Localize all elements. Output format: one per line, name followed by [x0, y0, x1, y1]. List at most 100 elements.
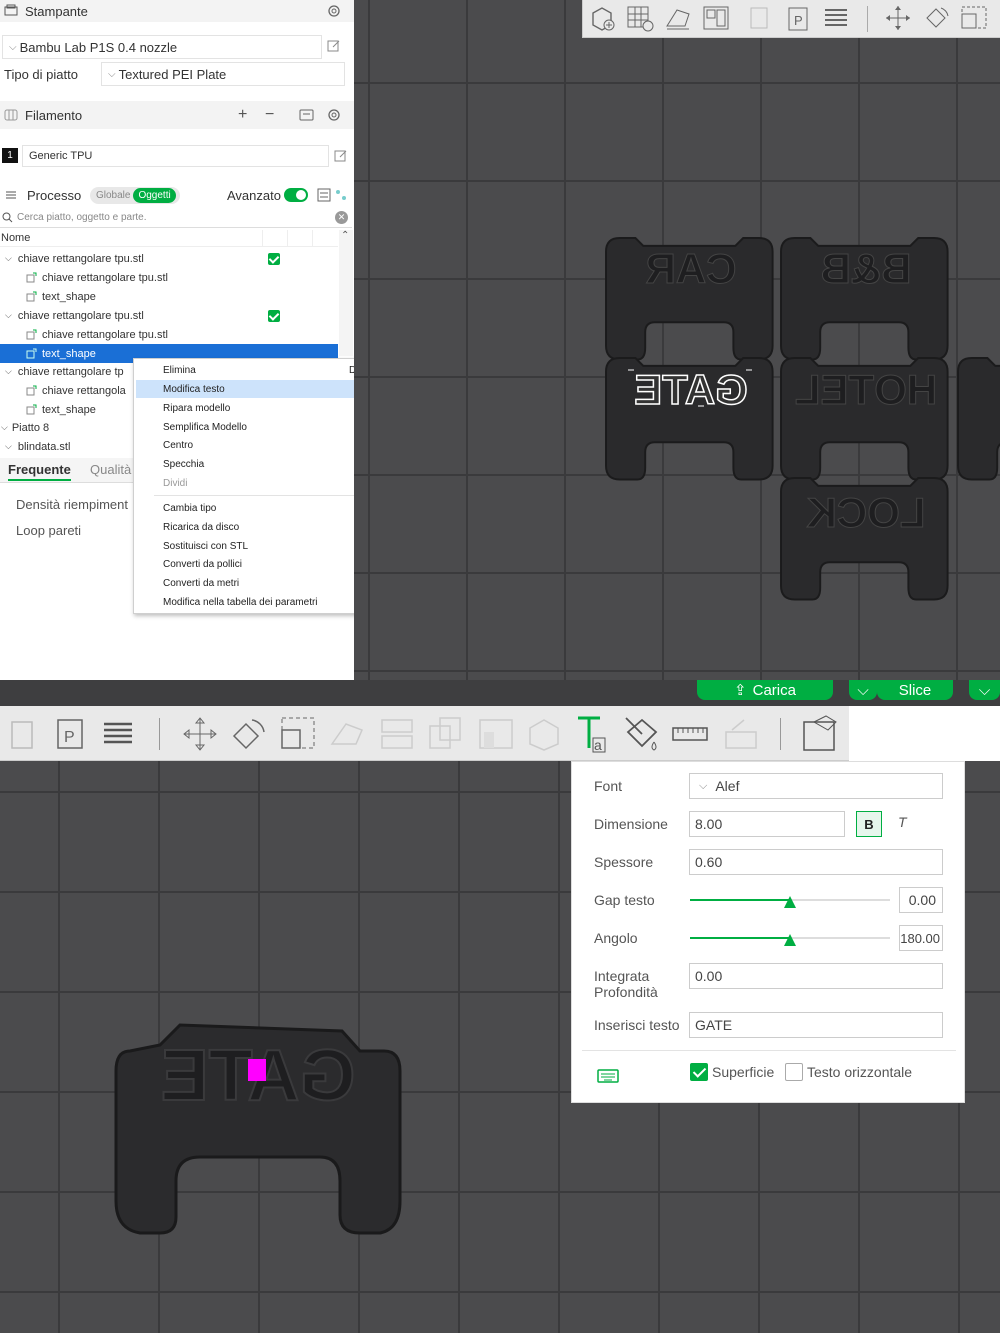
chevron-down-icon[interactable]: ⌵	[1, 422, 8, 433]
rotate-icon[interactable]	[921, 4, 951, 32]
slice-button[interactable]: Slice	[877, 680, 953, 700]
chevron-down-icon[interactable]: ⌵	[5, 310, 12, 321]
angle-input[interactable]: 180.00	[899, 925, 943, 951]
grid-add-icon[interactable]	[625, 4, 655, 32]
compare-icon[interactable]	[335, 189, 347, 201]
size-input[interactable]: 8.00	[689, 811, 845, 837]
scale-icon[interactable]	[959, 4, 989, 32]
tree-row[interactable]: text_shape	[0, 287, 338, 306]
layers-icon[interactable]	[821, 4, 851, 32]
chevron-down-icon[interactable]: ⌵	[5, 366, 12, 377]
tree-row[interactable]: chiave rettangolare tpu.stl	[0, 325, 338, 344]
tree-scrollbar[interactable]: ⌃	[339, 230, 353, 356]
menu-item-from-meters[interactable]: Converti da metri	[134, 574, 382, 592]
chevron-down-icon[interactable]: ⌵	[5, 441, 12, 452]
global-objects-toggle[interactable]: Globale Oggetti	[90, 186, 180, 204]
visible-checkbox[interactable]	[268, 252, 280, 265]
part-icon	[26, 385, 37, 396]
3d-viewport-top[interactable]: CAR B&B GATE HOTEL LOCK P	[354, 0, 1000, 680]
list-icon[interactable]	[317, 188, 331, 202]
filament-slot-badge[interactable]: 1	[2, 148, 18, 163]
printer-header: Stampante	[0, 0, 354, 22]
gap-slider[interactable]	[690, 896, 890, 908]
support-paint-icon	[479, 719, 513, 749]
plate-p-icon[interactable]: P	[52, 716, 88, 752]
toggle-objects[interactable]: Oggetti	[133, 187, 176, 203]
filament-section-label: Filamento	[25, 107, 83, 123]
menu-item-simplify[interactable]: Semplifica Modello	[134, 418, 382, 436]
bold-toggle[interactable]: B	[856, 811, 882, 837]
menu-item-mirror[interactable]: Specchia›	[134, 455, 382, 473]
tab-frequent[interactable]: Frequente	[8, 462, 71, 481]
arrange-icon[interactable]	[701, 4, 731, 32]
measure-icon[interactable]	[670, 720, 710, 748]
visible-checkbox[interactable]	[268, 309, 280, 322]
text-anchor-marker[interactable]	[248, 1059, 266, 1081]
tree-row-label: chiave rettangolare tpu.stl	[42, 328, 168, 341]
menu-item-edit-text[interactable]: Modifica testo	[136, 380, 382, 398]
printer-select[interactable]: ⌵ Bambu Lab P1S 0.4 nozzle	[2, 35, 322, 59]
horizontal-text-checkbox[interactable]	[785, 1063, 803, 1081]
load-label: Carica	[752, 681, 796, 699]
edit-icon[interactable]	[327, 39, 341, 53]
text-content-input[interactable]: GATE	[689, 1012, 943, 1038]
plate-icon[interactable]	[745, 4, 775, 32]
split-to-parts-icon[interactable]	[800, 714, 840, 754]
advanced-switch[interactable]	[284, 188, 308, 202]
menu-item-param-table[interactable]: Modifica nella tabella dei parametri	[134, 593, 382, 611]
plate-type-select[interactable]: ⌵ Textured PEI Plate	[101, 62, 345, 86]
menu-item-replace-stl[interactable]: Sostituisci con STL	[134, 537, 382, 555]
scale-icon[interactable]	[278, 714, 318, 754]
rotate-icon[interactable]	[228, 714, 268, 754]
add-icon[interactable]: +	[238, 106, 247, 124]
move-icon[interactable]	[180, 714, 220, 754]
gear-icon[interactable]	[327, 4, 341, 18]
gear-icon[interactable]	[327, 108, 341, 122]
auto-orient-icon[interactable]	[663, 4, 693, 32]
tree-row-label: chiave rettangola	[42, 384, 126, 397]
menu-item-repair[interactable]: Ripara modello	[134, 399, 382, 417]
text-tool-icon[interactable]: a	[572, 714, 612, 754]
plate-p-icon[interactable]: P	[783, 4, 813, 32]
keyboard-icon[interactable]	[597, 1068, 619, 1084]
tree-row[interactable]: chiave rettangolare tpu.stl	[0, 268, 338, 287]
italic-toggle[interactable]: T	[898, 814, 907, 830]
menu-item-change-type[interactable]: Cambia tipo	[134, 499, 382, 517]
font-select[interactable]: ⌵ Alef	[689, 773, 943, 799]
tree-row-label: blindata.stl	[17, 440, 71, 453]
process-icon	[6, 191, 16, 199]
load-dropdown[interactable]: ⌵	[849, 680, 877, 700]
gap-input[interactable]: 0.00	[899, 887, 943, 913]
surface-checkbox[interactable]	[690, 1063, 708, 1081]
object-search[interactable]: Cerca piatto, oggetto e parte. ✕	[0, 208, 352, 228]
filament-select[interactable]: Generic TPU	[22, 145, 329, 167]
slice-dropdown[interactable]: ⌵	[969, 680, 1000, 700]
tree-row[interactable]: ⌵ chiave rettangolare tpu.stl	[0, 249, 338, 268]
move-icon[interactable]	[883, 4, 913, 32]
menu-item-delete[interactable]: EliminaDel	[134, 361, 382, 379]
toggle-global[interactable]: Globale	[96, 190, 130, 201]
add-cube-icon[interactable]	[587, 4, 617, 32]
menu-item-reload[interactable]: Ricarica da disco	[134, 518, 382, 536]
thickness-input[interactable]: 0.60	[689, 849, 943, 875]
sync-icon[interactable]	[299, 108, 314, 122]
paint-bucket-icon[interactable]	[620, 714, 664, 758]
edit-icon[interactable]	[334, 149, 348, 163]
tab-quality[interactable]: Qualità	[90, 462, 131, 477]
angle-slider-thumb[interactable]	[784, 934, 796, 946]
menu-item-from-inches[interactable]: Converti da pollici	[134, 555, 382, 573]
model-partial[interactable]	[957, 357, 1000, 481]
load-button[interactable]: ⇪ Carica	[697, 680, 833, 700]
chevron-down-icon[interactable]: ⌵	[5, 253, 12, 264]
angle-slider[interactable]	[690, 934, 890, 946]
layers-icon[interactable]	[100, 716, 136, 752]
tree-row[interactable]: ⌵ chiave rettangolare tpu.stl	[0, 306, 338, 325]
text-tool-panel: Font ⌵ Alef Dimensione 8.00 B T Spessore…	[571, 761, 965, 1103]
remove-icon[interactable]: −	[265, 106, 274, 124]
embedded-depth-input[interactable]: 0.00	[689, 963, 943, 989]
font-value: Alef	[715, 778, 740, 794]
plate-icon[interactable]	[4, 716, 40, 752]
gap-slider-thumb[interactable]	[784, 896, 796, 908]
menu-item-center[interactable]: Centro	[134, 436, 382, 454]
clear-search-icon[interactable]: ✕	[335, 211, 348, 224]
